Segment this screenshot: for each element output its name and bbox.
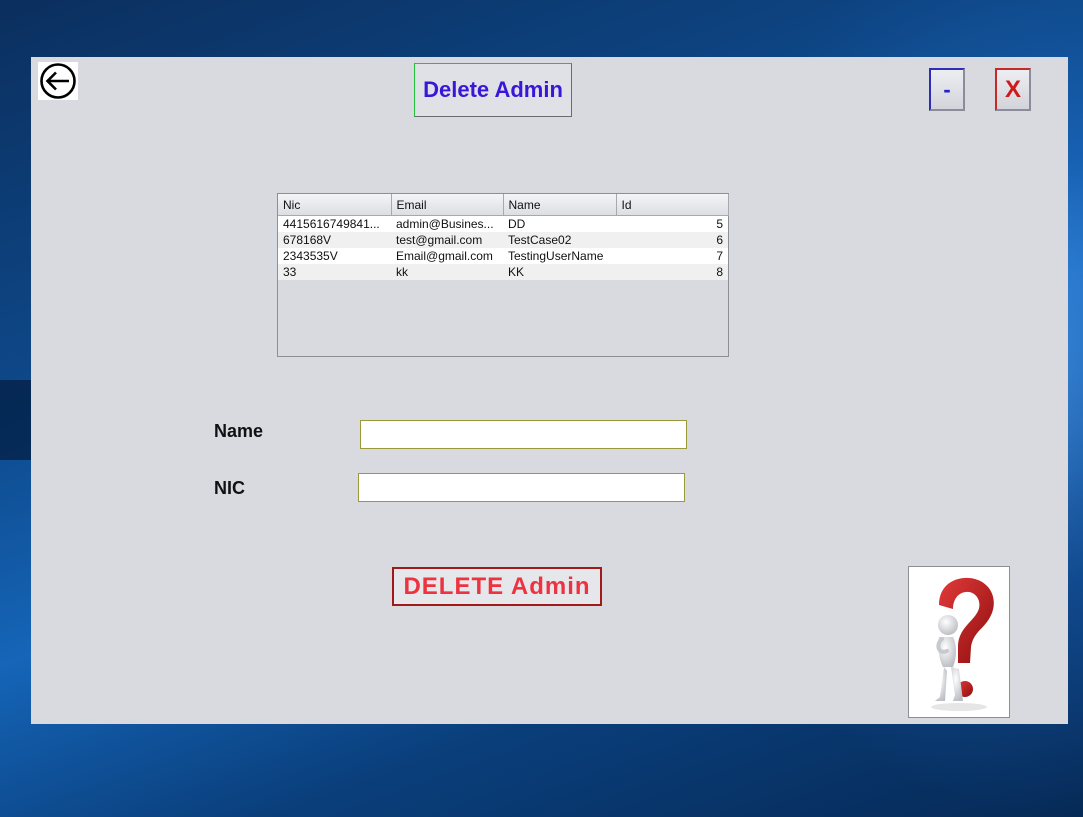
table-row[interactable]: 33 kk KK 8 (278, 264, 728, 280)
column-header-id[interactable]: Id (616, 194, 729, 216)
cell-email: kk (391, 264, 503, 280)
back-button[interactable] (38, 62, 78, 100)
admin-table[interactable]: Nic Email Name Id 4415616749841... admin… (277, 193, 729, 357)
cell-nic: 2343535V (278, 248, 391, 264)
help-button[interactable] (908, 566, 1010, 718)
delete-admin-button[interactable]: DELETE Admin (392, 567, 602, 606)
cell-id: 6 (616, 232, 728, 248)
cell-name: TestCase02 (503, 232, 616, 248)
page-title: Delete Admin (414, 63, 572, 117)
table-row[interactable]: 4415616749841... admin@Busines... DD 5 (278, 215, 728, 232)
cell-name: DD (503, 215, 616, 232)
back-arrow-icon (40, 63, 76, 99)
table-row[interactable]: 2343535V Email@gmail.com TestingUserName… (278, 248, 728, 264)
nic-input[interactable] (358, 473, 685, 502)
cell-name: TestingUserName (503, 248, 616, 264)
cell-name: KK (503, 264, 616, 280)
name-input[interactable] (360, 420, 687, 449)
cell-nic: 33 (278, 264, 391, 280)
delete-admin-window: Delete Admin - X Nic Email Name Id 44156… (31, 57, 1068, 724)
cell-nic: 4415616749841... (278, 215, 391, 232)
close-button[interactable]: X (995, 68, 1031, 111)
nic-label: NIC (214, 478, 245, 498)
column-header-name[interactable]: Name (503, 194, 617, 216)
cell-email: admin@Busines... (391, 215, 503, 232)
minimize-button[interactable]: - (929, 68, 965, 111)
name-label: Name (214, 421, 264, 441)
column-header-nic[interactable]: Nic (278, 194, 392, 216)
help-question-figure-icon (931, 577, 994, 711)
cell-id: 8 (616, 264, 728, 280)
cell-id: 5 (616, 215, 728, 232)
cell-id: 7 (616, 248, 728, 264)
column-header-email[interactable]: Email (391, 194, 504, 216)
cell-email: Email@gmail.com (391, 248, 503, 264)
cell-nic: 678168V (278, 232, 391, 248)
table-row[interactable]: 678168V test@gmail.com TestCase02 6 (278, 232, 728, 248)
cell-email: test@gmail.com (391, 232, 503, 248)
table-header-row: Nic Email Name Id (278, 194, 729, 216)
